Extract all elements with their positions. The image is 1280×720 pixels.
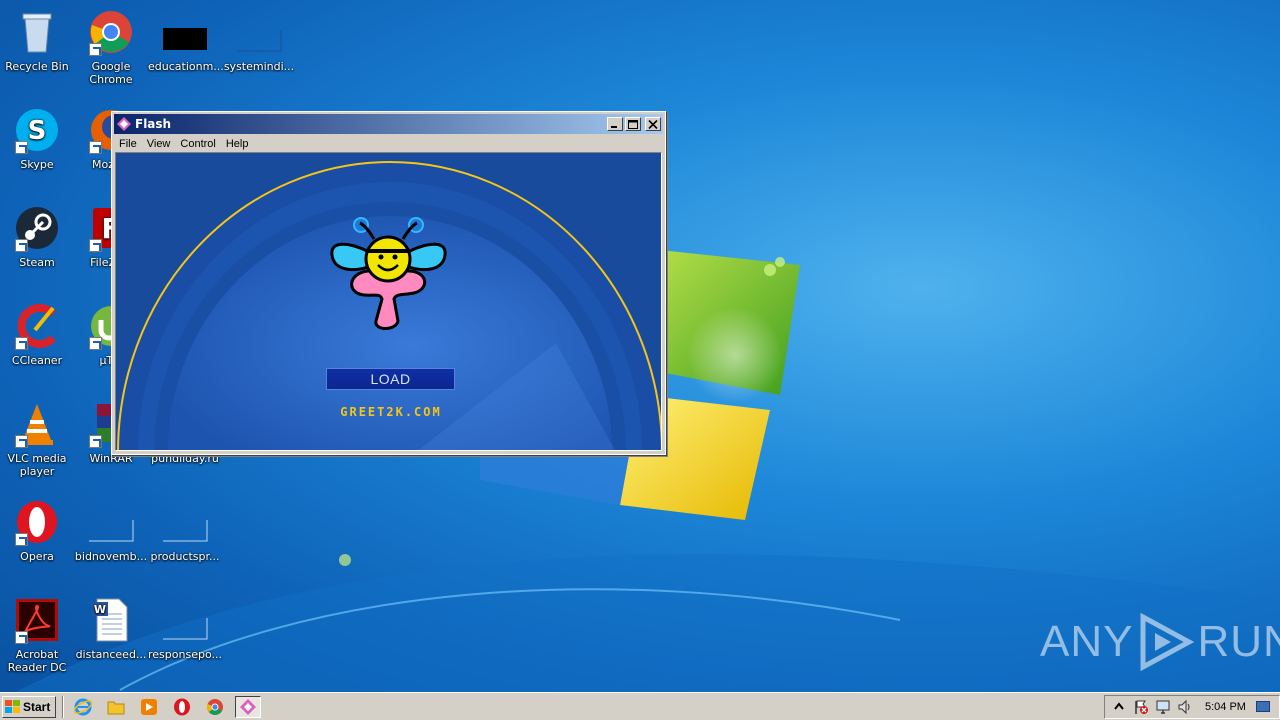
desktop-icon-productspr[interactable]: productspr... (148, 498, 222, 563)
file-icon (237, 30, 282, 52)
word-document-icon: W (92, 598, 128, 642)
start-label: Start (23, 699, 51, 714)
close-icon (648, 119, 658, 129)
desktop-icon-label: Google Chrome (89, 60, 133, 86)
clock[interactable]: 5:04 PM (1205, 701, 1246, 713)
taskbar-chrome[interactable] (202, 696, 228, 718)
desktop-icon-label: CCleaner (11, 354, 63, 367)
network-icon (1156, 700, 1170, 714)
shortcut-arrow-icon (15, 533, 28, 546)
desktop-icon-recycle-bin[interactable]: Recycle Bin (0, 8, 74, 73)
watermark-right-text: RUN (1197, 617, 1280, 666)
flash-window[interactable]: Flash File View Control Help LOAD GREET2… (111, 111, 666, 455)
shortcut-arrow-icon (89, 43, 102, 56)
shortcut-arrow-icon (15, 435, 28, 448)
media-player-icon (141, 698, 157, 715)
file-icon (163, 28, 207, 50)
maximize-icon (628, 119, 638, 129)
menubar: File View Control Help (114, 134, 663, 154)
file-icon (163, 520, 208, 542)
desktop-icon-steam[interactable]: Steam (0, 204, 74, 269)
desktop-icon-ccleaner[interactable]: CCleaner (0, 302, 74, 367)
explorer-icon (107, 701, 125, 714)
speaker-icon (1178, 699, 1190, 715)
internet-explorer-icon (74, 698, 92, 715)
desktop-icon-label: responsepo... (148, 648, 222, 661)
taskbar: Start 5:04 PM (0, 692, 1280, 720)
svg-text:S: S (28, 116, 47, 146)
menu-help[interactable]: Help (221, 138, 254, 150)
taskbar-flash[interactable] (235, 695, 261, 718)
file-icon (89, 520, 134, 542)
flash-stage[interactable]: LOAD GREET2K.COM (115, 152, 662, 451)
shortcut-arrow-icon (89, 337, 102, 350)
desktop-icon-label: Skype (20, 158, 54, 171)
desktop-icon-acrobat-reader[interactable]: Acrobat Reader DC (0, 596, 74, 674)
taskbar-explorer[interactable] (103, 696, 129, 718)
site-link[interactable]: GREET2K.COM (306, 405, 476, 419)
tray-action-center[interactable] (1133, 699, 1149, 715)
desktop-icon-label: systemindi... (223, 60, 295, 73)
desktop-icon-skype[interactable]: S Skype (0, 106, 74, 171)
taskbar-internet-explorer[interactable] (70, 696, 96, 718)
shortcut-arrow-icon (15, 239, 28, 252)
desktop-icon-label: Recycle Bin (5, 60, 69, 73)
minimize-button[interactable] (607, 117, 623, 131)
load-button[interactable]: LOAD (326, 368, 455, 390)
shortcut-arrow-icon (89, 435, 102, 448)
svg-text:W: W (94, 603, 106, 616)
desktop-icon-label: distanceed... (75, 648, 147, 661)
show-desktop-icon[interactable] (1255, 701, 1270, 713)
watermark-left-text: ANY (1040, 617, 1134, 666)
desktop-icon-label: productspr... (150, 550, 220, 563)
show-hidden-icons-button[interactable] (1111, 699, 1127, 715)
menu-view[interactable]: View (142, 138, 176, 150)
taskbar-separator (62, 695, 64, 718)
recycle-bin-icon (22, 13, 52, 53)
close-button[interactable] (645, 117, 661, 131)
window-title: Flash (135, 117, 172, 131)
window-titlebar[interactable]: Flash (114, 114, 663, 134)
taskbar-media-player[interactable] (136, 696, 162, 718)
taskbar-opera[interactable] (169, 696, 195, 718)
file-icon (163, 618, 208, 640)
flag-warning-icon (1135, 700, 1148, 714)
desktop-icon-opera[interactable]: Opera (0, 498, 74, 563)
chevron-up-icon (1114, 702, 1124, 710)
desktop-icon-educationm[interactable]: educationm... (148, 8, 224, 73)
desktop-icon-bidnovemb[interactable]: bidnovemb... (74, 498, 148, 563)
system-tray: 5:04 PM (1104, 695, 1280, 719)
desktop-icon-label: educationm... (148, 60, 224, 73)
shortcut-arrow-icon (89, 239, 102, 252)
opera-icon (174, 698, 190, 715)
desktop-icon-label: Acrobat Reader DC (7, 648, 67, 674)
tray-network[interactable] (1155, 699, 1171, 715)
desktop-icon-vlc[interactable]: VLC media player (0, 400, 74, 478)
shortcut-arrow-icon (15, 141, 28, 154)
desktop-icon-label: bidnovemb... (74, 550, 148, 563)
menu-file[interactable]: File (114, 138, 142, 150)
shortcut-arrow-icon (15, 631, 28, 644)
flash-icon (240, 698, 256, 715)
windows-logo-icon (5, 699, 20, 713)
start-button[interactable]: Start (2, 695, 56, 718)
tray-volume[interactable] (1177, 699, 1193, 715)
menu-control[interactable]: Control (175, 138, 220, 150)
chrome-icon (207, 698, 223, 715)
shortcut-arrow-icon (89, 141, 102, 154)
desktop-icon-label: Steam (19, 256, 55, 269)
desktop-icon-responsepo[interactable]: responsepo... (148, 596, 222, 661)
maximize-button[interactable] (625, 117, 641, 131)
desktop-icon-systemindi[interactable]: systemindi... (222, 8, 296, 73)
desktop-icon-label: VLC media player (7, 452, 67, 478)
minimize-icon (611, 125, 617, 128)
shortcut-arrow-icon (15, 337, 28, 350)
flash-icon (117, 117, 131, 131)
anyrun-watermark: ANY RUN (1040, 612, 1280, 672)
desktop-icon-google-chrome[interactable]: Google Chrome (74, 8, 148, 86)
desktop-icon-label: Opera (20, 550, 54, 563)
play-logo-icon (1140, 613, 1195, 671)
desktop-icon-distanceed[interactable]: W distanceed... (74, 596, 148, 661)
